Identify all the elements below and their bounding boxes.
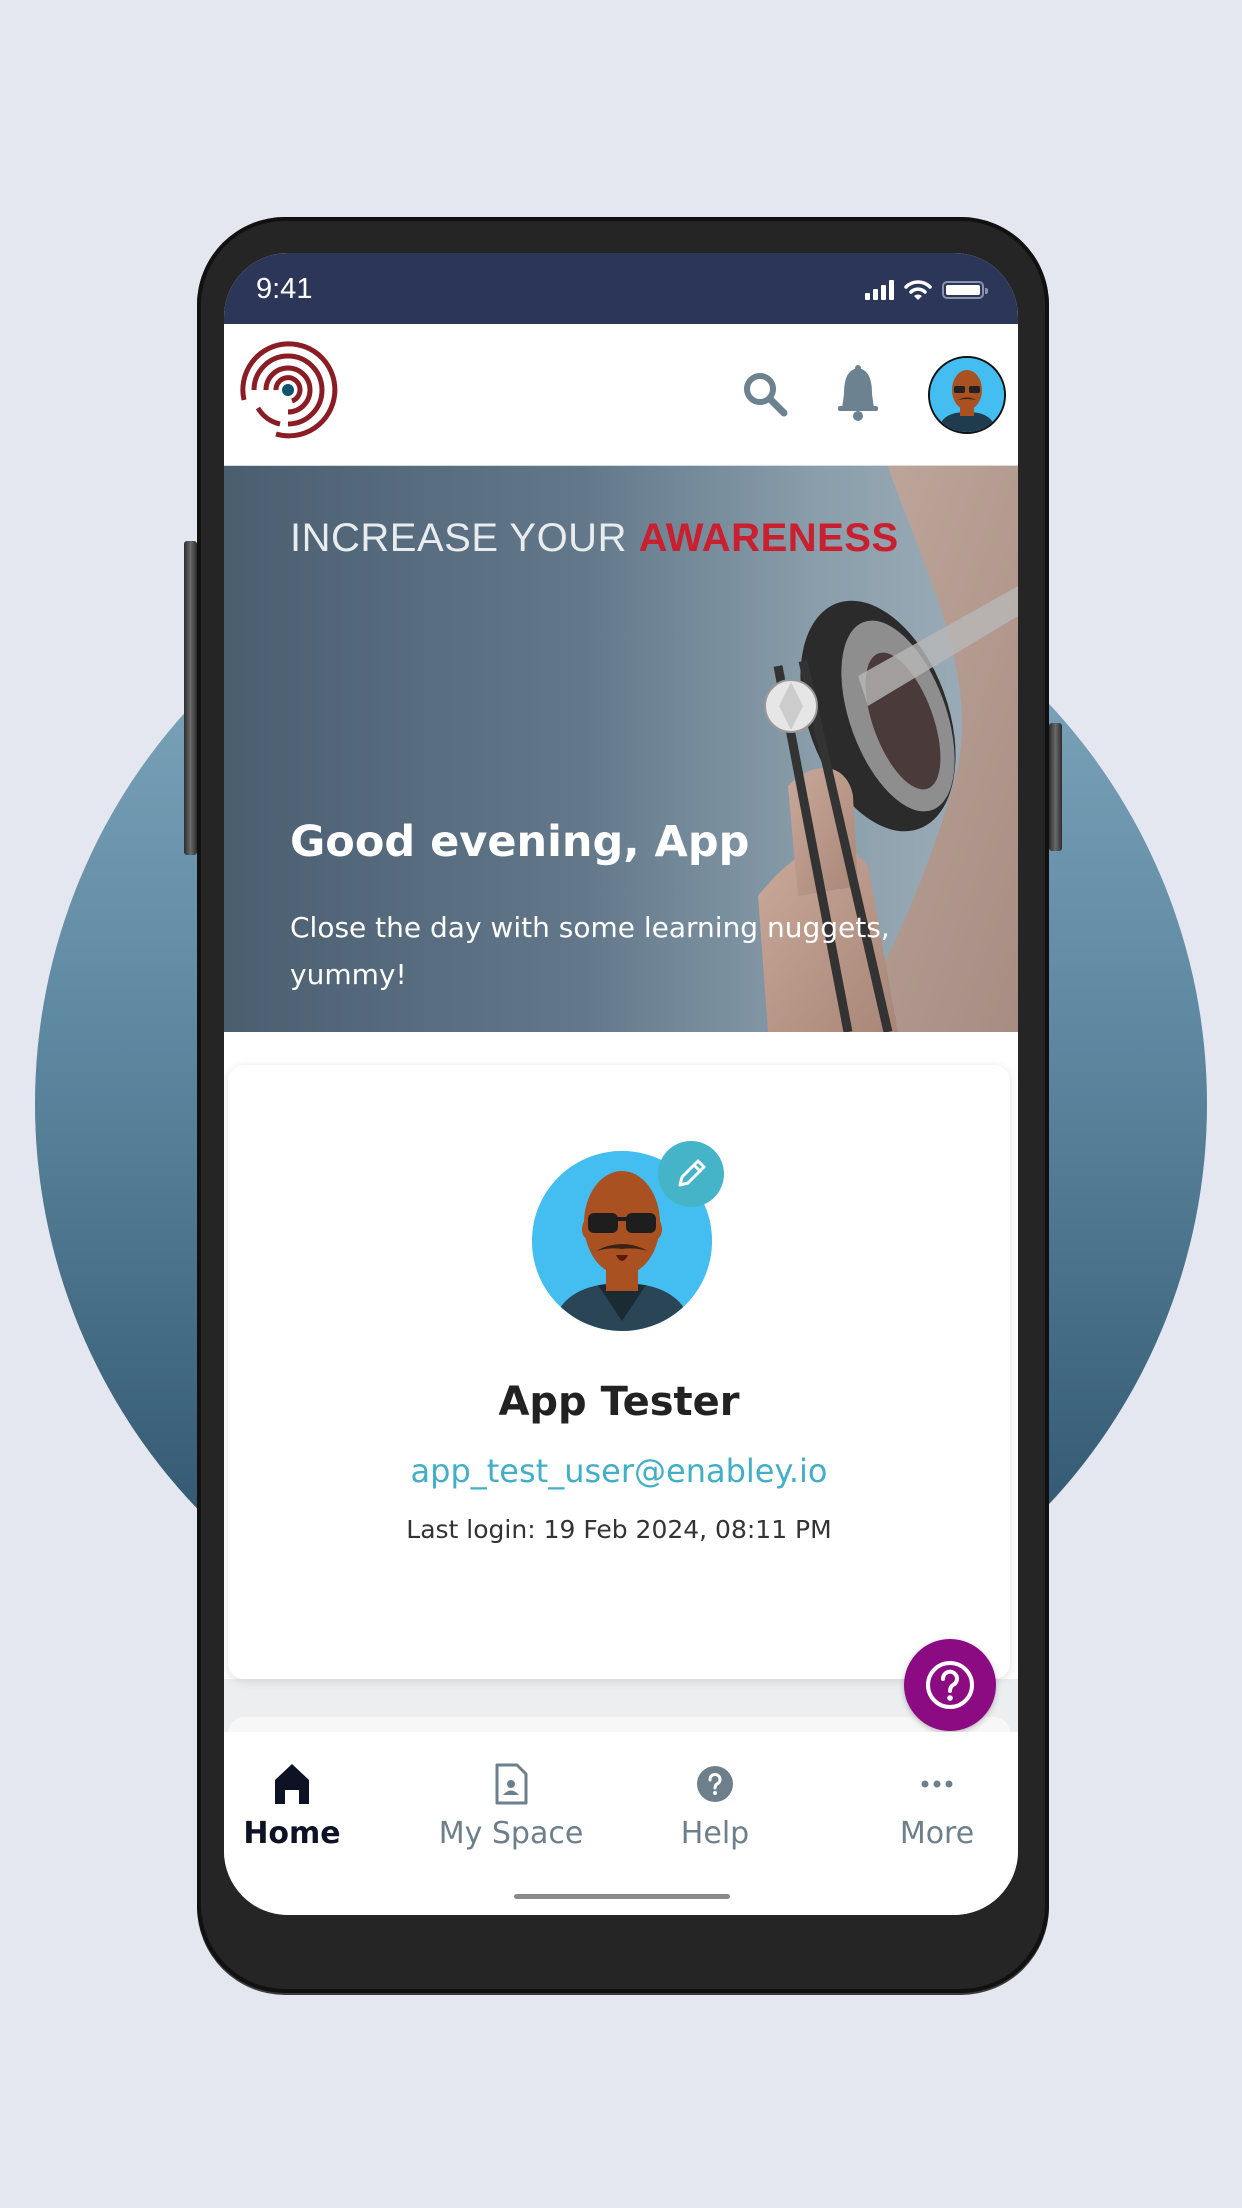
greeting-title: Good evening, App — [290, 817, 750, 867]
avatar-illustration — [930, 358, 1004, 432]
tab-help[interactable]: Help — [635, 1760, 795, 1851]
home-indicator[interactable] — [514, 1894, 730, 1899]
tab-my-space-label: My Space — [438, 1816, 584, 1851]
tab-home-label: Home — [243, 1816, 341, 1851]
tab-more-label: More — [899, 1816, 975, 1851]
status-icons — [865, 279, 988, 301]
status-time: 9:41 — [256, 273, 313, 305]
phone-screen: 9:41 INCREASE YOUR AWARENESS Good evenin… — [224, 253, 1018, 1915]
greeting-subtitle: Close the day with some learning nuggets… — [290, 911, 890, 991]
edit-profile-button[interactable] — [658, 1141, 724, 1207]
document-person-icon — [495, 1763, 528, 1805]
app-header — [224, 324, 1018, 467]
ellipsis-icon — [921, 1780, 953, 1788]
home-icon — [275, 1764, 309, 1804]
bottom-tab-bar: Home My Space Help More — [224, 1732, 1018, 1915]
help-circle-icon — [926, 1661, 974, 1709]
tagline-bold: AWARENESS — [638, 516, 899, 560]
help-fab-button[interactable] — [904, 1639, 996, 1731]
concentric-circles-logo[interactable] — [236, 338, 340, 442]
status-bar: 9:41 — [224, 253, 1018, 324]
phone-side-button-right — [1049, 723, 1062, 851]
header-avatar[interactable] — [928, 356, 1006, 434]
banner-tagline: INCREASE YOUR AWARENESS — [290, 516, 899, 561]
tab-more[interactable]: More — [857, 1760, 1017, 1851]
tab-home[interactable]: Home — [224, 1760, 372, 1851]
last-login: Last login: 19 Feb 2024, 08:11 PM — [406, 1515, 832, 1544]
hero-banner: INCREASE YOUR AWARENESS Good evening, Ap… — [224, 466, 1018, 1032]
pencil-icon — [678, 1159, 706, 1187]
tab-my-space[interactable]: My Space — [431, 1760, 591, 1851]
signal-icon — [865, 280, 894, 300]
bell-icon[interactable] — [832, 364, 884, 422]
phone-frame: 9:41 INCREASE YOUR AWARENESS Good evenin… — [184, 217, 1062, 1993]
battery-icon — [942, 281, 988, 299]
tagline-light: INCREASE YOUR — [290, 516, 639, 560]
profile-email[interactable]: app_test_user@enabley.io — [228, 1452, 1010, 1490]
profile-name: App Tester — [498, 1379, 740, 1425]
tab-help-label: Help — [680, 1816, 750, 1851]
phone-side-button-left — [184, 541, 197, 855]
search-icon[interactable] — [739, 368, 791, 420]
profile-card: App Tester app_test_user@enabley.io Last… — [228, 1065, 1010, 1679]
wifi-icon — [904, 280, 932, 300]
question-icon — [697, 1766, 733, 1802]
